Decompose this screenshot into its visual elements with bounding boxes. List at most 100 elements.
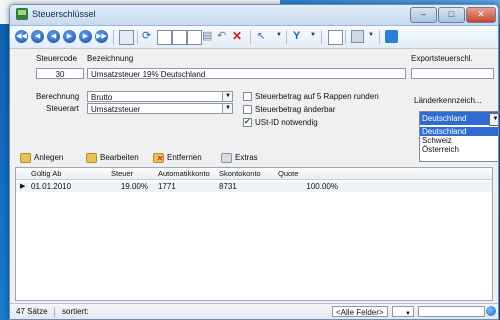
- laenderkennzeichen-current[interactable]: Deutschland ▼: [420, 112, 498, 126]
- action-bar: Anlegen Bearbeiten Entfernen Extras: [16, 152, 426, 166]
- steuerschluessel-window: Steuerschlüssel – □ ✕ ◀◀ ◀ ◀ ▶ ▶ ▶▶ ⟳ ▤ …: [9, 4, 499, 320]
- delete-icon[interactable]: ✕: [232, 30, 245, 43]
- window-title: Steuerschlüssel: [32, 9, 96, 19]
- cell-quote: 100.00%: [306, 182, 338, 191]
- toolbar: ◀◀ ◀ ◀ ▶ ▶ ▶▶ ⟳ ▤ ↶ ✕ ↖ ▼ Y ▼ ▼: [10, 26, 498, 49]
- prev-page-icon[interactable]: ◀: [31, 30, 44, 43]
- data-table: Gültig Ab Steuer Automatikkonto Skontoko…: [15, 167, 493, 301]
- rappen-round-checkbox[interactable]: [243, 92, 252, 101]
- toolbar-separator: [137, 30, 138, 44]
- laenderkennzeichen-dropdown[interactable]: Deutschland ▼ Deutschland Schweiz Österr…: [419, 111, 498, 162]
- ustid-checkbox[interactable]: [243, 117, 252, 127]
- search-input[interactable]: [418, 306, 485, 317]
- option-schweiz[interactable]: Schweiz: [420, 136, 498, 145]
- rappen-round-label: Steuerbetrag auf 5 Rappen runden: [255, 92, 379, 101]
- undo-icon[interactable]: ↶: [217, 30, 230, 43]
- chevron-down-icon: ▼: [405, 311, 411, 317]
- anlegen-label: Anlegen: [34, 153, 64, 162]
- steuercode-field[interactable]: 30: [36, 68, 84, 79]
- exportsteuerschl-field[interactable]: [411, 68, 494, 79]
- status-bar: 47 Sätze sortiert: <Alle Felder> ▼: [10, 303, 498, 319]
- chevron-down-icon[interactable]: ▼: [310, 32, 316, 38]
- save-icon[interactable]: ▤: [202, 30, 215, 43]
- cell-automatikkonto: 1771: [158, 182, 176, 191]
- option-deutschland[interactable]: Deutschland: [420, 127, 498, 136]
- laenderkennzeichen-label: Länderkennzeich...: [414, 96, 482, 105]
- option-oesterreich[interactable]: Österreich: [420, 145, 498, 154]
- chevron-down-icon[interactable]: ▼: [222, 104, 232, 113]
- status-divider: [54, 307, 55, 318]
- steuerart-value: Umsatzsteuer: [91, 105, 141, 114]
- toolbar-separator: [286, 30, 287, 44]
- grid-view-icon[interactable]: [119, 30, 134, 45]
- copy-record-icon[interactable]: [172, 30, 187, 45]
- folder-edit-icon: [86, 153, 97, 163]
- last-record-icon[interactable]: ▶▶: [95, 30, 108, 43]
- duplicate-icon[interactable]: [187, 30, 202, 45]
- cell-skontokonto: 8731: [219, 182, 237, 191]
- berechnung-value: Brutto: [91, 93, 113, 102]
- entfernen-button[interactable]: Entfernen: [153, 152, 202, 165]
- col-skontokonto[interactable]: Skontokonto: [219, 169, 261, 178]
- toolbar-separator: [345, 30, 346, 44]
- filter-mode-select[interactable]: ▼: [392, 306, 414, 317]
- refresh-icon[interactable]: ⟳: [142, 30, 155, 43]
- laenderkennzeichen-current-value: Deutschland: [422, 114, 467, 123]
- col-gueltig-ab[interactable]: Gültig Ab: [31, 169, 61, 178]
- report-icon[interactable]: [328, 30, 343, 45]
- extras-label: Extras: [235, 153, 258, 162]
- app-icon: [16, 8, 28, 20]
- bezeichnung-field[interactable]: Umsatzsteuer 19% Deutschland: [87, 68, 406, 79]
- extras-button[interactable]: Extras: [221, 152, 258, 164]
- bearbeiten-label: Bearbeiten: [100, 153, 139, 162]
- filter-icon[interactable]: Y: [293, 30, 306, 43]
- table-row[interactable]: ▶ 01.01.2010 19.00% 1771 8731 100.00%: [16, 182, 492, 192]
- maximize-button[interactable]: □: [438, 7, 465, 23]
- exportsteuerschl-label: Exportsteuerschl.: [411, 54, 473, 63]
- first-record-icon[interactable]: ◀◀: [15, 30, 28, 43]
- chevron-down-icon[interactable]: ▼: [276, 32, 282, 38]
- toolbar-separator: [379, 30, 380, 44]
- row-pointer-icon: ▶: [20, 183, 26, 190]
- steuercode-label: Steuercode: [36, 54, 77, 63]
- new-record-icon[interactable]: [157, 30, 172, 45]
- steuerart-select[interactable]: Umsatzsteuer ▼: [87, 103, 233, 114]
- toolbar-separator: [321, 30, 322, 44]
- print-icon[interactable]: [351, 30, 364, 43]
- sort-label: sortiert:: [62, 307, 89, 316]
- toolbar-separator: [113, 30, 114, 44]
- record-count: 47 Sätze: [16, 307, 48, 316]
- steuerart-label: Steuerart: [46, 104, 79, 113]
- chevron-down-icon[interactable]: ▼: [368, 32, 374, 38]
- cell-steuer: 19.00%: [120, 182, 148, 191]
- folder-new-icon: [20, 153, 31, 163]
- bezeichnung-label: Bezeichnung: [87, 54, 134, 63]
- col-steuer[interactable]: Steuer: [111, 169, 133, 178]
- field-filter-value: <Alle Felder>: [336, 308, 384, 317]
- search-icon[interactable]: [486, 306, 496, 316]
- berechnung-select[interactable]: Brutto ▼: [87, 91, 233, 102]
- help-icon[interactable]: [385, 30, 398, 43]
- toolbar-separator: [250, 30, 251, 44]
- col-quote[interactable]: Quote: [278, 169, 298, 178]
- ustid-label: USt-ID notwendig: [255, 118, 318, 127]
- next-record-icon[interactable]: ▶: [63, 30, 76, 43]
- col-automatikkonto[interactable]: Automatikkonto: [158, 169, 210, 178]
- minimize-button[interactable]: –: [410, 7, 437, 23]
- prev-record-icon[interactable]: ◀: [47, 30, 60, 43]
- cursor-tool-icon[interactable]: ↖: [257, 30, 270, 43]
- field-filter-select[interactable]: <Alle Felder>: [332, 306, 388, 317]
- next-page-icon[interactable]: ▶: [79, 30, 92, 43]
- anlegen-button[interactable]: Anlegen: [20, 152, 63, 164]
- folder-delete-icon: [153, 153, 164, 165]
- berechnung-label: Berechnung: [36, 92, 80, 101]
- entfernen-label: Entfernen: [167, 153, 202, 162]
- bearbeiten-button[interactable]: Bearbeiten: [86, 152, 139, 164]
- cell-gueltig-ab: 01.01.2010: [31, 182, 72, 191]
- close-button[interactable]: ✕: [466, 7, 496, 23]
- extras-icon: [221, 153, 232, 163]
- chevron-down-icon[interactable]: ▼: [489, 113, 498, 126]
- steuerbetrag-aenderbar-checkbox[interactable]: [243, 105, 252, 114]
- chevron-down-icon[interactable]: ▼: [222, 92, 232, 101]
- title-bar: Steuerschlüssel – □ ✕: [10, 5, 498, 26]
